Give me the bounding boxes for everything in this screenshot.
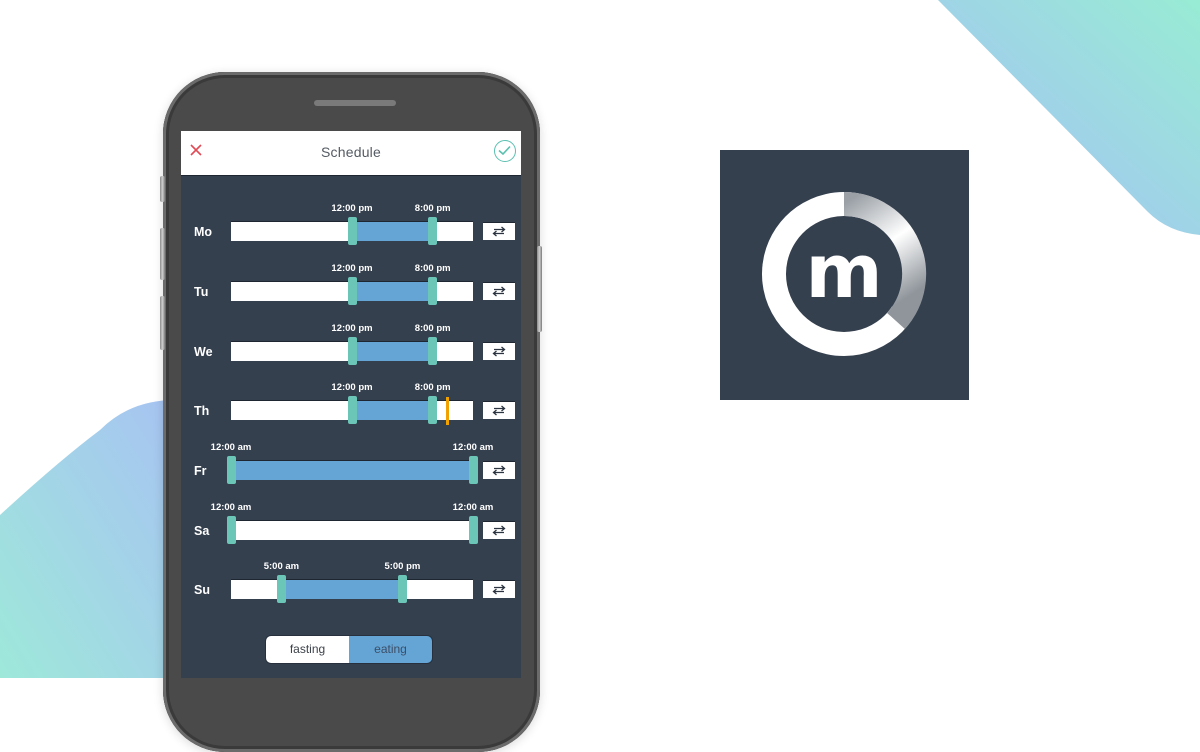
start-time-handle[interactable] <box>226 516 236 544</box>
swap-button[interactable] <box>483 462 515 479</box>
swap-arrows-icon <box>492 584 506 595</box>
bottom-left-gradient-shape <box>0 400 175 678</box>
end-time-handle[interactable] <box>397 575 407 603</box>
swap-arrows-icon <box>492 226 506 237</box>
schedule-row: Sa 12:00 am 12:00 am <box>181 502 521 581</box>
current-time-marker <box>445 397 449 425</box>
app-header: Schedule <box>181 131 521 176</box>
end-time-handle[interactable] <box>428 277 438 305</box>
time-slider-track[interactable] <box>231 277 473 305</box>
phone-speaker <box>314 100 396 106</box>
time-slider-track[interactable] <box>226 516 478 544</box>
day-label: Tu <box>194 285 209 299</box>
start-time-label: 12:00 pm <box>331 203 373 214</box>
logo-letter: m <box>805 229 882 315</box>
mode-legend-toggle[interactable]: fasting eating <box>265 635 433 664</box>
phone-volume-down-button <box>160 296 165 350</box>
end-time-handle[interactable] <box>468 516 478 544</box>
eating-window-fill <box>352 222 433 241</box>
start-time-label: 12:00 pm <box>331 382 373 393</box>
time-slider-track[interactable] <box>231 396 473 425</box>
swap-button[interactable] <box>483 223 515 240</box>
end-time-label: 12:00 am <box>452 442 494 453</box>
eating-window-fill <box>352 282 433 301</box>
time-slider-track[interactable] <box>226 456 478 484</box>
schedule-row: Su 5:00 am 5:00 pm <box>181 561 521 640</box>
start-time-handle[interactable] <box>347 396 357 424</box>
top-right-gradient-shape <box>938 0 1200 235</box>
phone-power-button <box>537 246 542 332</box>
app-logo-icon: m <box>762 191 927 356</box>
day-label: Sa <box>194 524 210 538</box>
end-time-label: 8:00 pm <box>414 323 451 334</box>
swap-button[interactable] <box>483 283 515 300</box>
end-time-label: 5:00 pm <box>384 561 421 572</box>
time-slider-track[interactable] <box>231 575 473 603</box>
start-time-handle[interactable] <box>347 337 357 365</box>
swap-button[interactable] <box>483 343 515 360</box>
app-screen: Schedule Mo 12:00 pm 8:00 pm Tu 12:00 pm 8:00… <box>181 131 521 678</box>
swap-arrows-icon <box>492 286 506 297</box>
end-time-handle[interactable] <box>428 217 438 245</box>
swap-arrows-icon <box>492 465 506 476</box>
day-label: Mo <box>194 225 213 239</box>
end-time-handle[interactable] <box>428 396 438 424</box>
start-time-handle[interactable] <box>347 277 357 305</box>
swap-arrows-icon <box>492 405 506 416</box>
day-label: Th <box>194 404 210 418</box>
confirm-button[interactable] <box>494 140 516 162</box>
phone-volume-up-button <box>160 228 165 280</box>
start-time-label: 12:00 am <box>210 442 252 453</box>
app-logo: m <box>720 150 969 400</box>
end-time-label: 8:00 pm <box>414 382 451 393</box>
check-icon <box>498 145 511 156</box>
start-time-handle[interactable] <box>276 575 286 603</box>
time-slider-track[interactable] <box>231 337 473 365</box>
start-time-handle[interactable] <box>226 456 236 484</box>
eating-window-fill <box>231 461 473 480</box>
end-time-label: 8:00 pm <box>414 203 451 214</box>
swap-arrows-icon <box>492 346 506 357</box>
end-time-handle[interactable] <box>468 456 478 484</box>
page-title: Schedule <box>321 144 381 160</box>
schedule-row: We 12:00 pm 8:00 pm <box>181 323 521 402</box>
end-time-label: 8:00 pm <box>414 263 451 274</box>
eating-window-fill <box>352 401 433 420</box>
start-time-label: 12:00 pm <box>331 263 373 274</box>
end-time-label: 12:00 am <box>452 502 494 513</box>
start-time-label: 5:00 am <box>263 561 300 572</box>
phone-side-button <box>160 176 165 202</box>
start-time-label: 12:00 pm <box>331 323 373 334</box>
eating-window-fill <box>352 342 433 361</box>
day-label: We <box>194 345 213 359</box>
swap-button[interactable] <box>483 402 515 419</box>
day-label: Fr <box>194 464 207 478</box>
end-time-handle[interactable] <box>428 337 438 365</box>
swap-button[interactable] <box>483 581 515 598</box>
swap-arrows-icon <box>492 525 506 536</box>
day-label: Su <box>194 583 210 597</box>
time-slider-track[interactable] <box>231 217 473 245</box>
eating-option[interactable]: eating <box>349 636 432 663</box>
start-time-handle[interactable] <box>347 217 357 245</box>
swap-button[interactable] <box>483 522 515 539</box>
start-time-label: 12:00 am <box>210 502 252 513</box>
eating-window-fill <box>281 580 403 599</box>
fasting-option[interactable]: fasting <box>266 636 349 663</box>
